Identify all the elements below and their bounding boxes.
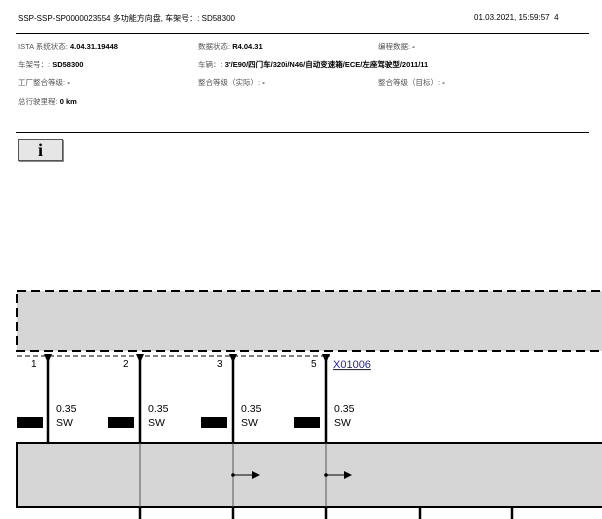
wire-gauge: 0.35	[148, 403, 169, 415]
wiring-diagram: X01006 1 0.35 SW 2 0.35 SW 3 0.35 SW 5 0…	[16, 290, 602, 519]
wire-pin-3: 3 0.35 SW	[201, 354, 262, 443]
lower-component	[16, 442, 602, 508]
wire-color-code: SW	[241, 417, 258, 429]
wire-pin-2: 2 0.35 SW	[108, 354, 169, 443]
wire-color-marker	[17, 417, 43, 428]
connector-link[interactable]: X01006	[333, 359, 371, 371]
wire-color-code: SW	[56, 417, 73, 429]
wire-color-code: SW	[334, 417, 351, 429]
pin-number: 3	[217, 359, 223, 370]
wire-color-marker	[294, 417, 320, 428]
wire-gauge: 0.35	[56, 403, 77, 415]
wire-gauge: 0.35	[334, 403, 355, 415]
pin-number: 2	[123, 359, 129, 370]
wire-color-code: SW	[148, 417, 165, 429]
pin-number: 5	[311, 359, 317, 370]
wire-color-marker	[201, 417, 227, 428]
upper-component	[16, 290, 602, 352]
wire-gauge: 0.35	[241, 403, 262, 415]
wire-color-marker	[108, 417, 134, 428]
pin-number: 1	[31, 359, 37, 370]
wire-pin-1: 1 0.35 SW	[17, 354, 77, 443]
